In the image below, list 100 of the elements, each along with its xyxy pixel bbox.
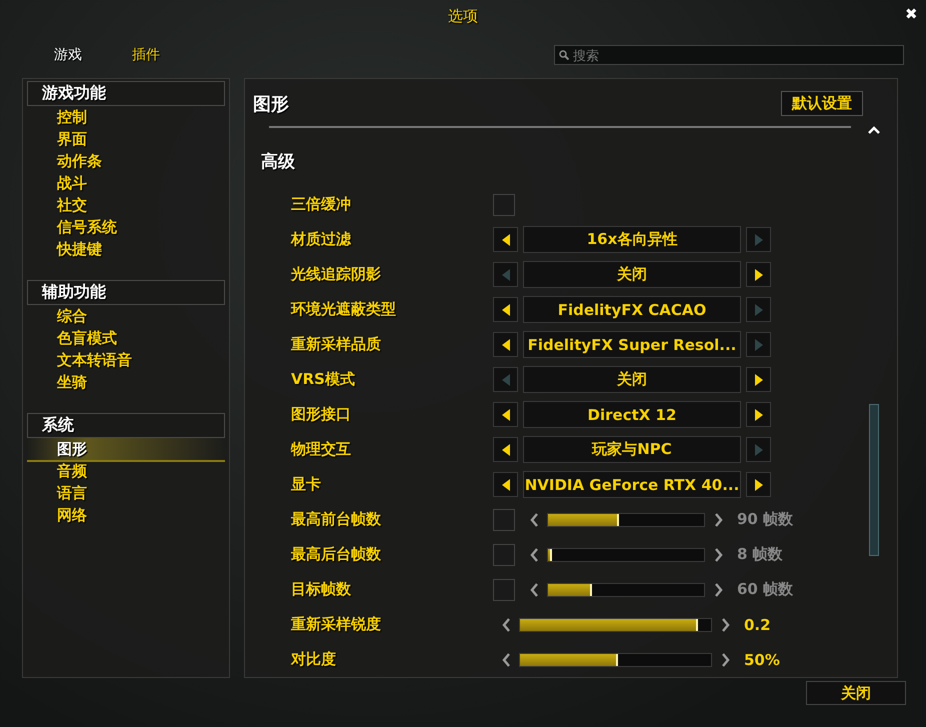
sidebar-item[interactable]: 综合 <box>27 305 225 329</box>
next-button[interactable] <box>746 262 771 287</box>
setting-label: 目标帧数 <box>290 580 352 599</box>
previous-button[interactable] <box>493 472 518 497</box>
chevron-right-icon[interactable] <box>720 618 730 632</box>
left-triangle-icon <box>502 374 510 386</box>
next-button[interactable] <box>746 472 771 497</box>
dropdown-value[interactable]: NVIDIA GeForce RTX 40... <box>523 471 741 498</box>
setting-label: 重新采样锐度 <box>290 615 382 634</box>
left-triangle-icon <box>502 444 510 456</box>
tab[interactable]: 插件 <box>128 44 164 66</box>
sidebar-item[interactable]: 界面 <box>27 128 225 152</box>
chevron-right-icon[interactable] <box>720 652 730 666</box>
sidebar-item[interactable]: 色盲模式 <box>27 327 225 351</box>
right-triangle-icon <box>754 408 762 420</box>
sidebar-item[interactable]: 图形 <box>27 438 225 462</box>
slider-value: 0.2 <box>744 616 771 634</box>
category-header: 系统 <box>27 413 225 438</box>
panel-title: 图形 <box>253 92 289 116</box>
sidebar-item[interactable]: 文本转语音 <box>27 349 225 373</box>
chevron-left-icon[interactable] <box>502 652 510 666</box>
dropdown-value[interactable]: 关闭 <box>523 261 741 288</box>
slider-track[interactable] <box>547 582 705 596</box>
slider-track[interactable] <box>519 618 712 632</box>
checkbox[interactable] <box>493 544 515 566</box>
slider-value: 50% <box>744 650 780 668</box>
chevron-right-icon[interactable] <box>714 582 722 596</box>
section-title: 高级 <box>261 151 295 173</box>
left-triangle-icon <box>502 304 510 316</box>
checkbox[interactable] <box>493 578 515 600</box>
right-triangle-icon <box>754 444 762 456</box>
setting-label: 最高后台帧数 <box>290 545 382 564</box>
right-triangle-icon <box>754 304 762 316</box>
dropdown-value[interactable]: 关闭 <box>523 366 741 393</box>
right-triangle-icon <box>754 338 762 350</box>
dropdown-value[interactable]: FidelityFX Super Resol... <box>523 331 741 358</box>
setting-label: 光线追踪阴影 <box>290 265 382 284</box>
sidebar-item[interactable]: 快捷键 <box>27 238 225 262</box>
sidebar-item[interactable]: 语言 <box>27 482 225 506</box>
chevron-right-icon[interactable] <box>714 548 722 562</box>
sidebar-item[interactable]: 坐骑 <box>27 371 225 395</box>
setting-label: 物理交互 <box>290 440 352 459</box>
slider-track[interactable] <box>519 652 712 666</box>
sidebar-item[interactable]: 社交 <box>27 194 225 218</box>
left-triangle-icon <box>502 338 510 350</box>
checkbox[interactable] <box>493 508 515 530</box>
sidebar-item[interactable]: 网络 <box>27 504 225 528</box>
checkbox[interactable] <box>493 194 515 216</box>
dropdown-value[interactable]: 玩家与NPC <box>523 436 741 463</box>
previous-button[interactable] <box>493 437 518 462</box>
setting-label: 重新采样品质 <box>290 335 382 354</box>
setting-label: 材质过滤 <box>290 230 352 249</box>
chevron-left-icon[interactable] <box>530 512 538 526</box>
previous-button[interactable] <box>493 402 518 427</box>
chevron-left-icon[interactable] <box>502 618 510 632</box>
slider-track[interactable] <box>547 512 705 526</box>
right-triangle-icon <box>754 478 762 490</box>
previous-button[interactable] <box>493 227 518 252</box>
previous-button[interactable] <box>493 297 518 322</box>
previous-button[interactable] <box>493 332 518 357</box>
dropdown-value[interactable]: DirectX 12 <box>523 401 741 428</box>
right-triangle-icon <box>754 374 762 386</box>
dropdown-value[interactable]: FidelityFX CACAO <box>523 296 741 323</box>
setting-label: 显卡 <box>290 475 322 494</box>
window-title: 选项 <box>448 6 478 26</box>
category-header: 游戏功能 <box>27 81 225 106</box>
left-triangle-icon <box>502 408 510 420</box>
setting-label: 对比度 <box>290 650 337 669</box>
sidebar-item[interactable]: 战斗 <box>27 172 225 196</box>
search-field[interactable]: 搜索 <box>554 45 904 65</box>
dropdown-value[interactable]: 16x各向异性 <box>523 226 741 253</box>
tab[interactable]: 游戏 <box>50 44 86 66</box>
search-icon <box>559 50 569 60</box>
right-triangle-icon <box>754 268 762 280</box>
slider-value: 60 帧数 <box>737 580 794 599</box>
left-triangle-icon <box>502 478 510 490</box>
slider-value: 8 帧数 <box>737 545 783 564</box>
setting-label: 环境光遮蔽类型 <box>290 300 397 319</box>
chevron-left-icon[interactable] <box>530 548 538 562</box>
setting-label: 三倍缓冲 <box>290 195 352 214</box>
slider-value: 90 帧数 <box>737 510 794 529</box>
category-header: 辅助功能 <box>27 280 225 305</box>
setting-label: 最高前台帧数 <box>290 510 382 529</box>
sidebar-item[interactable]: 动作条 <box>27 150 225 174</box>
chevron-right-icon[interactable] <box>714 512 722 526</box>
slider-track[interactable] <box>547 548 705 562</box>
close-button[interactable]: ✖ <box>905 5 918 23</box>
setting-label: VRS模式 <box>290 370 356 389</box>
sidebar-item[interactable]: 控制 <box>27 106 225 130</box>
scrollbar-thumb[interactable] <box>869 404 879 556</box>
close-button[interactable]: 关闭 <box>806 681 906 705</box>
scroll-up-icon[interactable] <box>868 126 880 134</box>
sidebar-item[interactable]: 信号系统 <box>27 216 225 240</box>
left-triangle-icon <box>502 268 510 280</box>
left-triangle-icon <box>502 234 510 246</box>
default-settings-button[interactable]: 默认设置 <box>781 91 863 116</box>
next-button[interactable] <box>746 402 771 427</box>
sidebar-item[interactable]: 音频 <box>27 460 225 484</box>
chevron-left-icon[interactable] <box>530 582 538 596</box>
next-button[interactable] <box>746 367 771 392</box>
